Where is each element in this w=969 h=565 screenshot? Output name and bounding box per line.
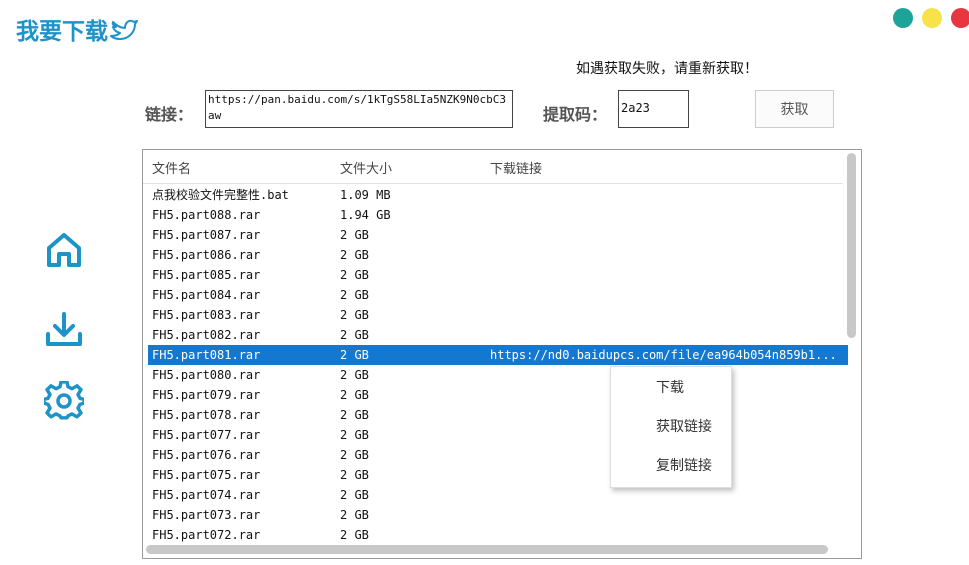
file-name-cell: FH5.part078.rar [152,408,261,422]
window-dot-red[interactable] [951,8,969,28]
file-size-cell: 2 GB [340,388,369,402]
menu-item-copy-link[interactable]: 复制链接 [656,455,712,475]
table-row[interactable]: FH5.part078.rar 2 GB [148,405,848,425]
home-icon[interactable] [44,230,84,270]
file-size-cell: 2 GB [340,428,369,442]
file-name-cell: FH5.part085.rar [152,268,261,282]
file-size-cell: 2 GB [340,488,369,502]
file-size-cell: 2 GB [340,308,369,322]
table-row[interactable]: FH5.part086.rar 2 GB [148,245,848,265]
file-size-cell: 2 GB [340,408,369,422]
file-size-cell: 2 GB [340,268,369,282]
file-size-cell: 2 GB [340,508,369,522]
file-name-cell: FH5.part081.rar [152,348,261,362]
file-name-cell: FH5.part082.rar [152,328,261,342]
file-name-cell: FH5.part087.rar [152,228,261,242]
table-row[interactable]: FH5.part074.rar 2 GB [148,485,848,505]
file-name-cell: FH5.part073.rar [152,508,261,522]
table-row[interactable]: FH5.part082.rar 2 GB [148,325,848,345]
file-name-cell: FH5.part077.rar [152,428,261,442]
file-size-cell: 2 GB [340,348,369,362]
file-size-cell: 2 GB [340,448,369,462]
bird-icon [110,19,138,40]
code-label: 提取码： [543,105,608,124]
file-size-cell: 1.09 MB [340,188,391,202]
settings-icon[interactable] [44,381,84,421]
app-title: 我要下载 [16,12,138,46]
file-size-cell: 2 GB [340,248,369,262]
table-row[interactable]: FH5.part083.rar 2 GB [148,305,848,325]
file-size-cell: 2 GB [340,228,369,242]
table-row[interactable]: 点我校验文件完整性.bat 1.09 MB [148,185,848,205]
table-row[interactable]: FH5.part080.rar 2 GB [148,365,848,385]
file-name-cell: FH5.part072.rar [152,528,261,542]
menu-item-get-link[interactable]: 获取链接 [656,416,712,436]
file-size-cell: 1.94 GB [340,208,391,222]
file-name-cell: 点我校验文件完整性.bat [152,188,289,202]
file-name-cell: FH5.part074.rar [152,488,261,502]
download-link-cell: https://nd0.baidupcs.com/file/ea964b054n… [490,348,837,362]
table-row[interactable]: FH5.part077.rar 2 GB [148,425,848,445]
table-row[interactable]: FH5.part081.rar 2 GB https://nd0.baidupcs.… [148,345,848,365]
file-name-cell: FH5.part086.rar [152,248,261,262]
table-row[interactable]: FH5.part087.rar 2 GB [148,225,848,245]
notice-text: 如遇获取失败，请重新获取！ [576,61,758,77]
fetch-button[interactable]: 获取 [755,90,834,128]
context-menu: 下载 获取链接 复制链接 [610,366,732,488]
vertical-scrollbar-thumb[interactable] [847,153,856,338]
window-dot-green[interactable] [893,8,913,28]
list-header: 文件名 文件大小 下载链接 [143,150,843,184]
link-label: 链接： [145,105,194,124]
file-name-cell: FH5.part079.rar [152,388,261,402]
table-row[interactable]: FH5.part088.rar 1.94 GB [148,205,848,225]
table-row[interactable]: FH5.part075.rar 2 GB [148,465,848,485]
table-row[interactable]: FH5.part085.rar 2 GB [148,265,848,285]
file-name-cell: FH5.part075.rar [152,468,261,482]
file-size-cell: 2 GB [340,528,369,542]
column-header-link[interactable]: 下载链接 [490,158,542,177]
table-row[interactable]: FH5.part076.rar 2 GB [148,445,848,465]
download-icon[interactable] [44,310,84,350]
menu-item-download[interactable]: 下载 [656,377,684,397]
file-name-cell: FH5.part076.rar [152,448,261,462]
file-rows: 点我校验文件完整性.bat 1.09 MB FH5.part088.rar 1.94 … [148,185,848,545]
horizontal-scrollbar-thumb[interactable] [146,545,828,554]
window-dot-yellow[interactable] [922,8,942,28]
column-header-name[interactable]: 文件名 [152,158,191,177]
column-header-size[interactable]: 文件大小 [340,158,392,177]
file-name-cell: FH5.part080.rar [152,368,261,382]
app-title-text: 我要下载 [16,19,108,45]
file-size-cell: 2 GB [340,328,369,342]
table-row[interactable]: FH5.part079.rar 2 GB [148,385,848,405]
file-name-cell: FH5.part088.rar [152,208,261,222]
table-row[interactable]: FH5.part073.rar 2 GB [148,505,848,525]
file-name-cell: FH5.part083.rar [152,308,261,322]
link-input[interactable]: https://pan.baidu.com/s/1kTgS58LIa5NZK9N… [205,90,513,128]
code-input[interactable]: 2a23 [618,90,689,128]
file-size-cell: 2 GB [340,368,369,382]
file-list-panel[interactable]: 文件名 文件大小 下载链接 点我校验文件完整性.bat 1.09 MB FH5.pa… [142,149,862,559]
table-row[interactable]: FH5.part084.rar 2 GB [148,285,848,305]
file-name-cell: FH5.part084.rar [152,288,261,302]
table-row[interactable]: FH5.part072.rar 2 GB [148,525,848,545]
file-size-cell: 2 GB [340,288,369,302]
file-size-cell: 2 GB [340,468,369,482]
